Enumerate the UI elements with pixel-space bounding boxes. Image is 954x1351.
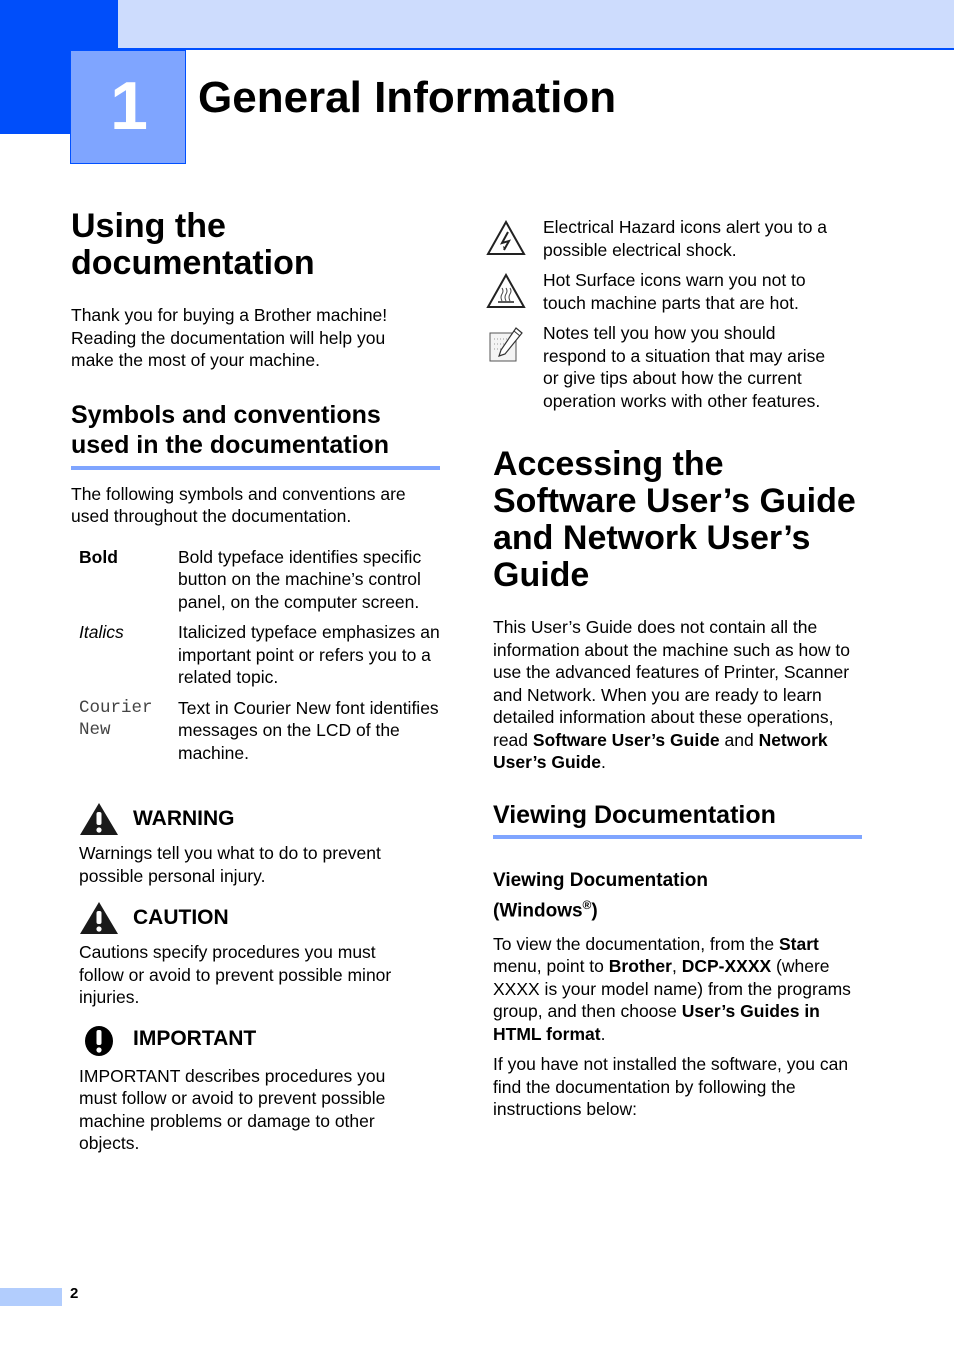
start-ref: Start xyxy=(778,933,819,954)
notice-title: WARNING xyxy=(133,806,235,830)
using-intro: Thank you for buying a Brother machine! … xyxy=(71,305,388,370)
convention-row: Courier New Text in Courier New font ide… xyxy=(71,697,440,773)
hot-surface-icon xyxy=(486,273,526,308)
notice-warning: WARNING Warnings tell you what to do to … xyxy=(71,802,441,887)
icon-description: Notes tell you how you should respond to… xyxy=(481,322,863,412)
chapter-number: 1 xyxy=(110,68,148,144)
chapter-title: General Information xyxy=(198,73,617,122)
viewing-windows-text: Viewing Documentation (Windows xyxy=(493,869,709,921)
symbols-intro: The following symbols and conventions ar… xyxy=(71,483,406,527)
left-column: Using the documentation Thank you for bu… xyxy=(71,208,441,1155)
viewing-text: To view the documentation, from the xyxy=(493,933,779,954)
chapter-number-box: 1 xyxy=(70,50,186,164)
using-heading: Using the documentation xyxy=(71,207,315,282)
accessing-heading: Accessing the Software User’s Guide and … xyxy=(493,445,856,594)
viewing-text: . xyxy=(600,1023,606,1044)
notice-caution: CAUTION Cautions specify procedures you … xyxy=(71,901,441,1009)
notice-text: IMPORTANT describes procedures you must … xyxy=(79,1065,386,1154)
viewing-heading: Viewing Documentation xyxy=(493,800,776,829)
notice-text: Warnings tell you what to do to prevent … xyxy=(79,843,381,886)
viewing-p2: If you have not installed the software, … xyxy=(493,1054,849,1120)
convention-row: Bold Bold typeface identifies specific b… xyxy=(71,546,440,622)
viewing-windows-close: ) xyxy=(591,899,598,921)
icon-description-text: Electrical Hazard icons alert you to a p… xyxy=(543,217,828,260)
page-number: 2 xyxy=(70,1285,79,1302)
convention-row: Italics Italicized typeface emphasizes a… xyxy=(71,621,440,697)
caution-triangle-icon xyxy=(80,902,118,934)
notice-important: IMPORTANT IMPORTANT describes procedures… xyxy=(71,1023,441,1155)
icon-description-text: Hot Surface icons warn you not to touch … xyxy=(543,270,806,313)
viewing-windows-heading: Viewing Documentation (Windows®) xyxy=(493,869,753,923)
symbols-rule xyxy=(71,465,440,470)
icon-description: Electrical Hazard icons alert you to a p… xyxy=(481,216,863,261)
electrical-hazard-icon xyxy=(486,220,526,255)
viewing-text: , xyxy=(671,956,682,977)
important-exclamation-icon xyxy=(85,1025,113,1056)
accessing-body: This User’s Guide does not contain all t… xyxy=(493,616,863,774)
convention-desc: Text in Courier New font identifies mess… xyxy=(178,697,439,763)
convention-desc: Bold typeface identifies specific button… xyxy=(178,546,422,612)
note-pencil-icon xyxy=(489,327,523,362)
accessing-text: . xyxy=(600,752,606,772)
conventions-table: Bold Bold typeface identifies specific b… xyxy=(71,546,440,773)
notice-text: Cautions specify procedures you must fol… xyxy=(79,942,392,1007)
convention-term: Italics xyxy=(79,622,124,642)
icon-description-text: Notes tell you how you should respond to… xyxy=(543,323,826,411)
right-column: Electrical Hazard icons alert you to a p… xyxy=(486,216,863,1121)
convention-term: Bold xyxy=(79,546,118,567)
accessing-text: and xyxy=(719,729,759,750)
warning-triangle-icon xyxy=(80,803,118,835)
viewing-text: menu, point to xyxy=(493,956,609,977)
notice-title: IMPORTANT xyxy=(133,1027,257,1051)
viewing-p1: To view the documentation, from the Star… xyxy=(493,933,863,1046)
model-ref: DCP-XXXX xyxy=(681,956,772,977)
software-users-guide-ref: Software User’s Guide xyxy=(532,729,720,750)
convention-term: Courier New xyxy=(79,697,153,741)
header-band xyxy=(118,0,954,50)
convention-desc: Italicized typeface emphasizes an import… xyxy=(178,622,440,687)
viewing-rule xyxy=(493,834,862,839)
footer-bar xyxy=(0,1288,62,1306)
brother-ref: Brother xyxy=(608,956,672,977)
symbols-heading: Symbols and conventions used in the docu… xyxy=(71,400,390,459)
icon-description: Hot Surface icons warn you not to touch … xyxy=(481,269,863,314)
notice-title: CAUTION xyxy=(133,905,229,929)
